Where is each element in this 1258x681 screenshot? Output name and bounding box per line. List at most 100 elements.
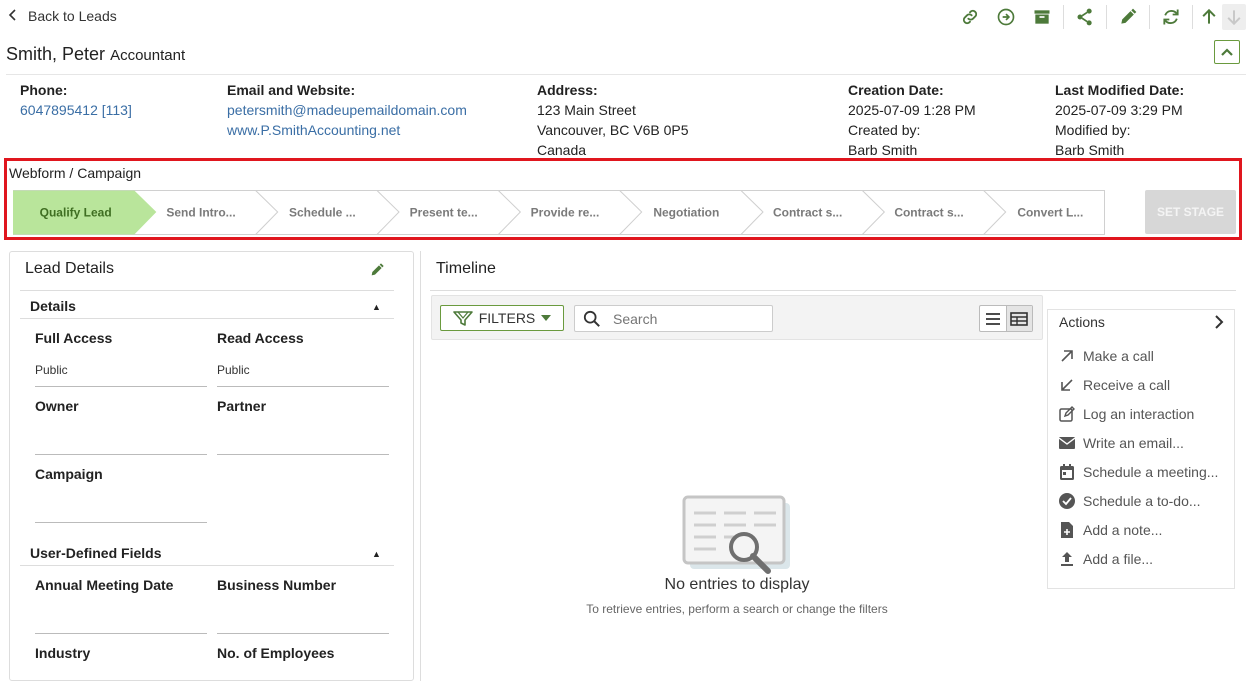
header-divider <box>6 74 1246 75</box>
full-access-value: Public <box>35 363 68 377</box>
employees-label: No. of Employees <box>217 645 335 661</box>
arrow-up-right-icon <box>1059 348 1075 364</box>
arrow-down-icon[interactable] <box>1222 4 1246 30</box>
calendar-icon <box>1059 464 1075 480</box>
field-underline <box>35 386 207 387</box>
refresh-icon[interactable] <box>1153 4 1189 30</box>
record-toolbar <box>952 4 1246 30</box>
action-label: Write an email... <box>1083 435 1184 451</box>
creation-date: 2025-07-09 1:28 PM <box>848 102 976 118</box>
stage-label: Provide re... <box>531 206 600 220</box>
details-section-header[interactable]: Details <box>30 298 76 314</box>
website-link[interactable]: www.P.SmithAccounting.net <box>227 120 467 140</box>
action-label: Add a file... <box>1083 551 1154 567</box>
modified-by: Barb Smith <box>1055 142 1125 158</box>
user-defined-fields-header[interactable]: User-Defined Fields <box>30 545 161 561</box>
action-label: Receive a call <box>1083 377 1171 393</box>
lead-details-title: Lead Details <box>25 260 114 277</box>
action-receive-call[interactable]: Receive a call <box>1059 374 1170 396</box>
address-block: Address: 123 Main Street Vancouver, BC V… <box>537 80 689 160</box>
action-make-call[interactable]: Make a call <box>1059 345 1154 367</box>
stage-label: Contract s... <box>894 206 963 220</box>
note-add-icon <box>1059 522 1075 538</box>
back-label: Back to Leads <box>28 8 117 24</box>
modified-date-label: Last Modified Date: <box>1055 82 1185 98</box>
filters-button[interactable]: FILTERS <box>440 305 564 331</box>
toolbar-divider <box>1106 5 1107 29</box>
action-add-note[interactable]: Add a note... <box>1059 519 1162 541</box>
arrow-up-icon[interactable] <box>1196 4 1222 30</box>
toolbar-divider <box>1149 5 1150 29</box>
action-write-email[interactable]: Write an email... <box>1059 432 1184 454</box>
action-label: Add a note... <box>1083 522 1163 538</box>
owner-field[interactable] <box>35 454 207 455</box>
partner-field[interactable] <box>217 454 389 455</box>
read-access-value: Public <box>217 363 250 377</box>
phone-block: Phone: 6047895412 [113] <box>20 80 132 120</box>
modified-block: Last Modified Date: 2025-07-09 3:29 PM M… <box>1055 80 1184 160</box>
owner-label: Owner <box>35 398 79 414</box>
action-schedule-meeting[interactable]: Schedule a meeting... <box>1059 461 1218 483</box>
lead-name-heading: Smith, Peter Accountant <box>6 44 185 65</box>
timeline-title: Timeline <box>436 260 496 277</box>
action-log-interaction[interactable]: Log an interaction <box>1059 403 1194 425</box>
phone-label: Phone: <box>20 82 68 98</box>
business-number-field[interactable] <box>217 633 389 634</box>
stage-1[interactable]: Qualify Lead <box>13 190 157 235</box>
stage-label: Send Intro... <box>166 206 235 220</box>
address-line-3: Canada <box>537 142 587 158</box>
pipeline-category: Webform / Campaign <box>9 165 142 181</box>
stage-label: Contract s... <box>773 206 842 220</box>
share-icon[interactable] <box>1067 4 1103 30</box>
modified-by-label: Modified by: <box>1055 122 1131 138</box>
action-add-file[interactable]: Add a file... <box>1059 548 1153 570</box>
stage-label: Negotiation <box>653 206 719 220</box>
envelope-icon <box>1059 435 1075 451</box>
stage-label: Qualify Lead <box>40 206 112 220</box>
created-by: Barb Smith <box>848 142 918 158</box>
link-icon[interactable] <box>952 4 988 30</box>
action-label: Schedule a meeting... <box>1083 464 1219 480</box>
action-label: Schedule a to-do... <box>1083 493 1201 509</box>
pencil-icon[interactable] <box>1110 4 1146 30</box>
full-access-label: Full Access <box>35 330 113 346</box>
stage-9[interactable]: Convert L... <box>1017 206 1083 220</box>
annual-meeting-field[interactable] <box>35 633 207 634</box>
stage-label: Present te... <box>410 206 478 220</box>
list-view-icon[interactable] <box>980 306 1006 331</box>
check-circle-icon <box>1059 493 1075 509</box>
arrow-down-left-icon <box>1059 377 1075 393</box>
table-view-icon[interactable] <box>1005 306 1032 331</box>
collapse-header-button[interactable] <box>1214 40 1240 64</box>
upload-icon <box>1059 551 1075 567</box>
search-icon <box>583 310 600 327</box>
section-divider <box>20 318 394 319</box>
archive-icon[interactable] <box>1024 4 1060 30</box>
search-input[interactable] <box>611 309 765 328</box>
pipeline-stages: Qualify Lead Send Intro... Schedule ... Pre… <box>13 190 1105 235</box>
lead-name: Smith, Peter <box>6 44 106 64</box>
action-schedule-todo[interactable]: Schedule a to-do... <box>1059 490 1201 512</box>
annual-meeting-label: Annual Meeting Date <box>35 577 174 593</box>
email-link[interactable]: petersmith@madeupemaildomain.com <box>227 100 467 120</box>
address-line-2: Vancouver, BC V6B 0P5 <box>537 122 689 138</box>
empty-search-illustration <box>682 495 790 574</box>
modified-date: 2025-07-09 3:29 PM <box>1055 102 1183 118</box>
address-line-1: 123 Main Street <box>537 102 636 118</box>
creation-date-label: Creation Date: <box>848 82 944 98</box>
campaign-field[interactable] <box>35 522 207 523</box>
set-stage-button[interactable]: SET STAGE <box>1145 190 1236 234</box>
pencil-icon[interactable] <box>369 262 387 280</box>
field-underline <box>217 386 389 387</box>
section-divider <box>20 565 394 566</box>
back-to-leads-link[interactable]: Back to Leads <box>8 6 117 26</box>
phone-link[interactable]: 6047895412 [113] <box>20 100 132 120</box>
caret-up-icon[interactable]: ▲ <box>372 549 381 559</box>
caret-up-icon[interactable]: ▲ <box>372 302 381 312</box>
creation-block: Creation Date: 2025-07-09 1:28 PM Create… <box>848 80 976 160</box>
arrow-right-circle-icon[interactable] <box>988 4 1024 30</box>
industry-label: Industry <box>35 645 91 661</box>
actions-title: Actions <box>1059 314 1105 330</box>
timeline-search <box>574 305 773 332</box>
chevron-right-icon[interactable] <box>1213 314 1229 332</box>
